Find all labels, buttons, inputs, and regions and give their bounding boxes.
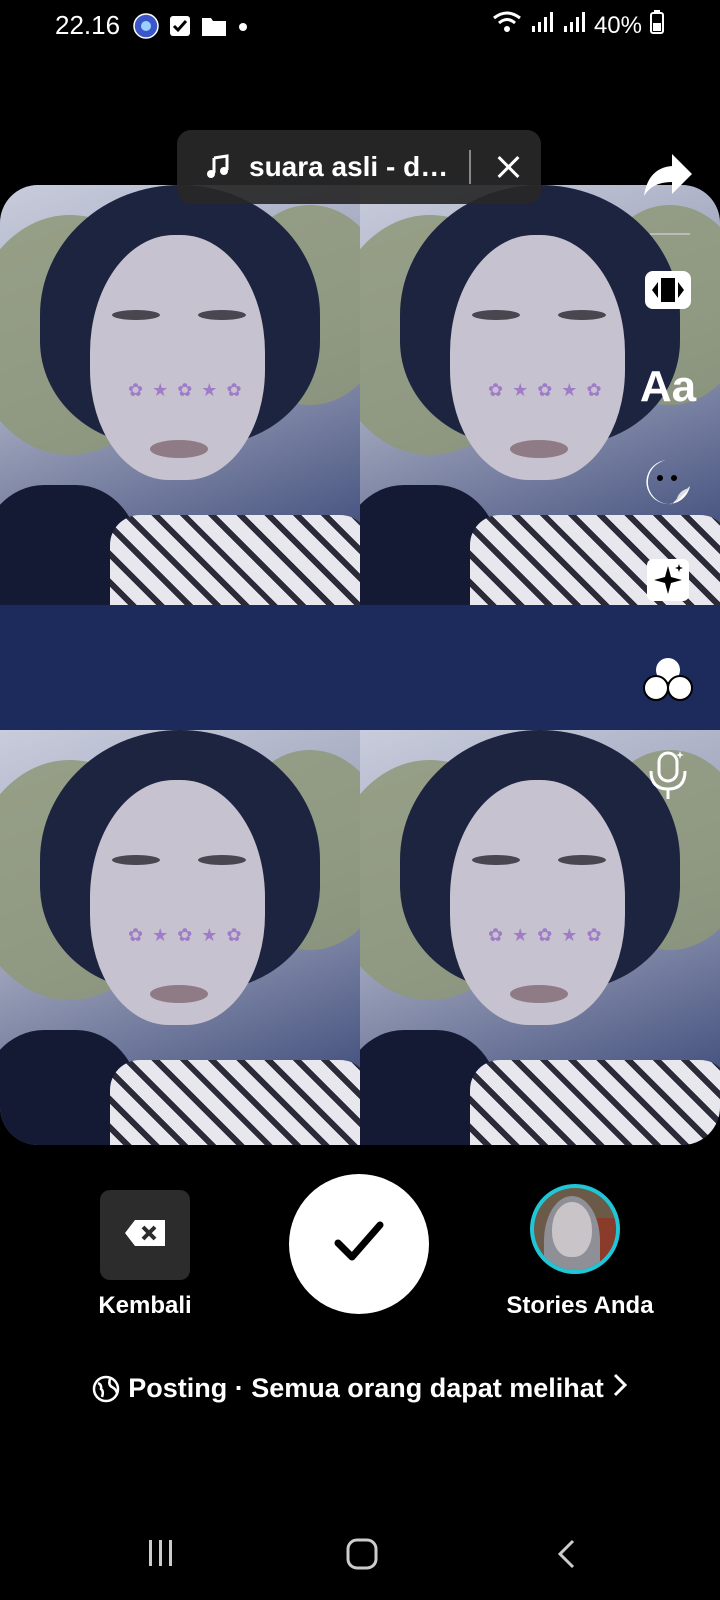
toolbar-divider: [650, 233, 690, 235]
status-icons-right: 40%: [492, 10, 664, 41]
share-arrow-icon: [642, 152, 694, 203]
status-bar: 22.16 40%: [0, 0, 720, 52]
sparkle-icon: [646, 558, 690, 607]
bottom-actions: Kembali Stories Anda: [0, 1170, 720, 1320]
backspace-icon: [123, 1218, 167, 1253]
text-tool-label: Aa: [639, 362, 697, 411]
status-icons-left: [133, 13, 249, 44]
photo-tile: ✿ ★ ✿ ★ ✿: [0, 185, 360, 605]
music-pill[interactable]: suara asli - da...: [177, 130, 541, 204]
battery-percent: 40%: [593, 11, 642, 39]
chevron-right-icon: [612, 1372, 628, 1405]
your-story-label: Stories Anda: [506, 1292, 654, 1319]
battery-icon: [650, 10, 664, 41]
resize-button[interactable]: [636, 260, 700, 324]
dot-icon: [237, 20, 249, 38]
system-nav-bar: [0, 1520, 720, 1590]
status-time: 22.16: [55, 10, 121, 40]
voice-effect-button[interactable]: [636, 745, 700, 809]
effects-button[interactable]: [636, 550, 700, 614]
your-story-avatar[interactable]: [530, 1184, 620, 1274]
music-note-icon: [205, 154, 231, 180]
back-icon[interactable]: [556, 1538, 576, 1575]
checkbox-icon: [169, 15, 191, 42]
home-icon[interactable]: [346, 1538, 378, 1575]
close-icon[interactable]: [495, 153, 523, 181]
back-button[interactable]: [100, 1190, 190, 1280]
music-label[interactable]: suara asli - da...: [249, 151, 449, 183]
story-media-preview[interactable]: ✿ ★ ✿ ★ ✿ ✿ ★ ✿ ★ ✿ ✿ ★ ✿ ★ ✿ ✿ ★ ✿ ★ ✿: [0, 185, 720, 1145]
folder-icon: [201, 15, 227, 42]
filters-button[interactable]: [636, 650, 700, 714]
collage-band: [0, 605, 720, 730]
voice-effect-icon: [646, 749, 690, 806]
music-divider: [469, 150, 471, 184]
recent-apps-icon[interactable]: [146, 1538, 176, 1573]
photo-tile: ✿ ★ ✿ ★ ✿: [0, 730, 360, 1145]
signal-icon: [562, 10, 586, 41]
share-button[interactable]: [636, 145, 700, 209]
post-visibility-row[interactable]: Posting · Semua orang dapat melihat: [0, 1372, 720, 1405]
wifi-icon: [492, 10, 522, 41]
sticker-button[interactable]: [636, 452, 700, 516]
app-icon: [133, 13, 159, 44]
confirm-button[interactable]: [289, 1174, 429, 1314]
signal-icon: [530, 10, 554, 41]
back-label: Kembali: [98, 1292, 192, 1319]
post-visibility-text: Posting · Semua orang dapat melihat: [128, 1373, 604, 1403]
resize-icon: [644, 270, 692, 315]
checkmark-icon: [334, 1221, 384, 1268]
globe-icon: [92, 1375, 120, 1403]
sticker-icon: [644, 458, 692, 511]
filters-icon: [642, 656, 694, 709]
text-button[interactable]: Aa: [636, 355, 700, 419]
